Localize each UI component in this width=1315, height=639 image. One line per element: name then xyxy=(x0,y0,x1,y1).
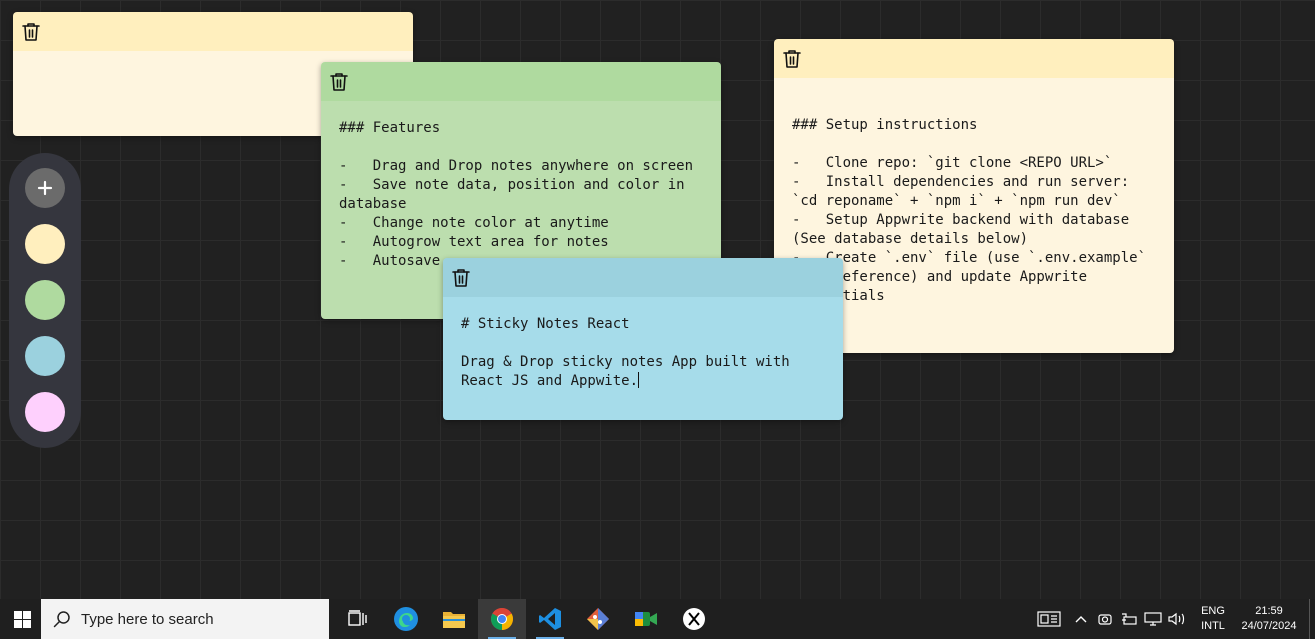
search-icon xyxy=(53,611,70,628)
text-cursor xyxy=(638,372,640,388)
note-header[interactable] xyxy=(774,39,1174,78)
note-text: # Sticky Notes React Drag & Drop sticky … xyxy=(461,316,790,389)
plug-icon xyxy=(1122,613,1137,625)
taskbar: Type here to search ENG INTL 21:59 24/07… xyxy=(0,599,1315,639)
plus-icon xyxy=(37,180,53,196)
color-swatch-yellow[interactable] xyxy=(25,224,65,264)
trash-icon[interactable] xyxy=(782,49,802,69)
sticky-note-readme[interactable]: # Sticky Notes React Drag & Drop sticky … xyxy=(443,258,843,420)
windows-icon xyxy=(13,610,31,628)
volume-button[interactable] xyxy=(1165,599,1189,639)
note-textarea[interactable]: # Sticky Notes React Drag & Drop sticky … xyxy=(443,297,843,420)
x-icon xyxy=(683,608,705,630)
color-swatch-green[interactable] xyxy=(25,280,65,320)
clock[interactable]: 21:59 24/07/2024 xyxy=(1237,604,1301,634)
start-button[interactable] xyxy=(4,599,40,639)
git-icon xyxy=(587,608,609,630)
trash-icon[interactable] xyxy=(21,22,41,42)
language-indicator[interactable]: ENG INTL xyxy=(1195,604,1231,634)
volume-icon xyxy=(1168,612,1185,626)
task-view-button[interactable] xyxy=(334,599,382,639)
system-tray: ENG INTL 21:59 24/07/2024 xyxy=(1029,599,1315,639)
show-hidden-icons-button[interactable] xyxy=(1069,599,1093,639)
show-desktop-button[interactable] xyxy=(1309,599,1315,639)
task-view-icon xyxy=(348,610,367,626)
language-code: ENG xyxy=(1201,605,1225,617)
power-button[interactable] xyxy=(1117,599,1141,639)
file-explorer-button[interactable] xyxy=(430,599,478,639)
trash-icon[interactable] xyxy=(329,72,349,92)
network-icon xyxy=(1144,612,1162,626)
network-button[interactable] xyxy=(1141,599,1165,639)
clock-time: 21:59 xyxy=(1255,605,1283,617)
news-button[interactable] xyxy=(1029,599,1069,639)
file-explorer-icon xyxy=(443,612,465,628)
note-header[interactable] xyxy=(13,12,413,51)
color-swatch-purple[interactable] xyxy=(25,392,65,432)
vscode-button[interactable] xyxy=(526,599,574,639)
edge-icon xyxy=(394,607,418,631)
chrome-button[interactable] xyxy=(478,599,526,639)
chevron-up-icon xyxy=(1075,616,1087,623)
note-header[interactable] xyxy=(443,258,843,297)
meet-button[interactable] xyxy=(622,599,670,639)
note-header[interactable] xyxy=(321,62,721,101)
color-swatch-blue[interactable] xyxy=(25,336,65,376)
controls-palette xyxy=(9,153,81,448)
keyboard-layout: INTL xyxy=(1201,620,1225,632)
add-note-button[interactable] xyxy=(25,168,65,208)
search-placeholder: Type here to search xyxy=(81,610,214,628)
x-app-button[interactable] xyxy=(670,599,718,639)
news-icon xyxy=(1037,611,1061,627)
clock-date: 24/07/2024 xyxy=(1241,620,1297,632)
git-button[interactable] xyxy=(574,599,622,639)
vscode-icon xyxy=(539,608,561,630)
trash-icon[interactable] xyxy=(451,268,471,288)
meet-tray-button[interactable] xyxy=(1093,599,1117,639)
edge-button[interactable] xyxy=(382,599,430,639)
taskbar-search-box[interactable]: Type here to search xyxy=(41,599,329,639)
meet-icon xyxy=(635,612,657,626)
camera-icon xyxy=(1098,614,1112,625)
chrome-icon xyxy=(491,608,513,630)
